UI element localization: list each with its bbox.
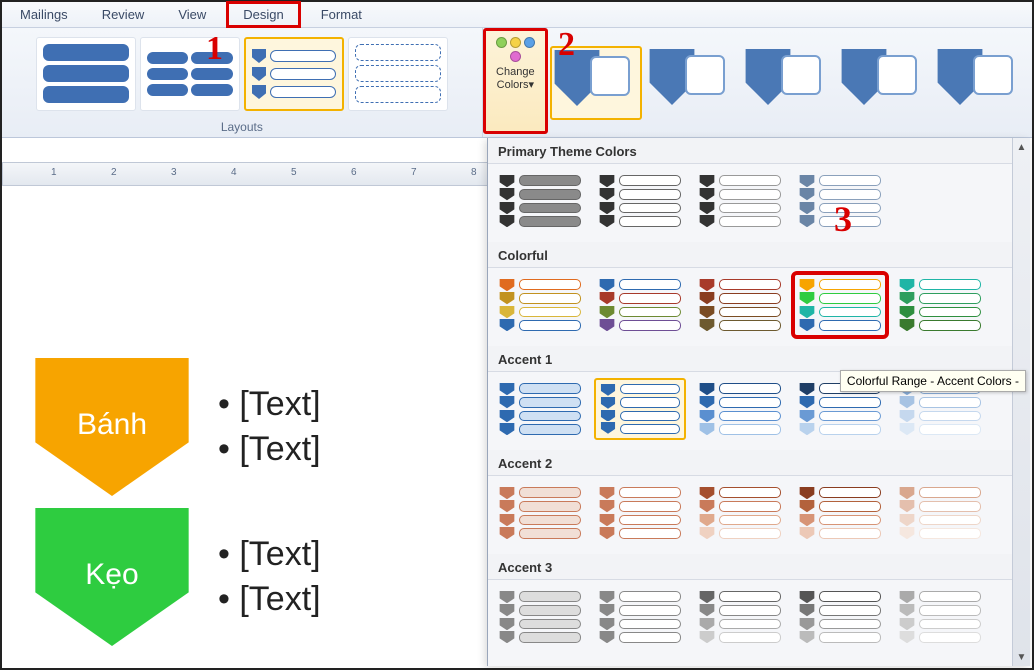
tab-design[interactable]: Design: [226, 1, 300, 28]
style-thumb-2[interactable]: [646, 46, 738, 120]
color-swatch[interactable]: [594, 274, 686, 336]
color-swatch[interactable]: [694, 482, 786, 544]
dropdown-section-grid: [488, 580, 1030, 658]
color-swatch[interactable]: [894, 482, 986, 544]
smartart-node-1-label: Bánh: [32, 408, 192, 442]
color-swatch[interactable]: [594, 482, 686, 544]
dropdown-section-title: Colorful: [488, 242, 1030, 268]
dropdown-section-grid: [488, 476, 1030, 554]
horizontal-ruler: 1 2 3 4 5 6 7 8: [2, 162, 488, 186]
group-layouts: Layouts: [2, 28, 483, 137]
style-thumb-5[interactable]: [934, 46, 1026, 120]
annotation-1: 1: [206, 30, 223, 68]
smartart-node-2-label: Kẹo: [32, 558, 192, 592]
color-swatch[interactable]: [594, 586, 686, 648]
scroll-down-icon[interactable]: ▼: [1013, 648, 1030, 666]
change-colors-button[interactable]: ChangeColors▾: [483, 28, 548, 134]
color-swatch[interactable]: [594, 170, 686, 232]
color-swatch[interactable]: [594, 378, 686, 440]
dropdown-section-title: Accent 3: [488, 554, 1030, 580]
color-swatch[interactable]: [894, 274, 986, 336]
layout-thumb-3-selected[interactable]: [244, 37, 344, 111]
ribbon-tabs: Mailings Review View Design Format: [2, 2, 1032, 28]
smartart-node-1[interactable]: Bánh • [Text] • [Text]: [32, 358, 321, 496]
smartart-graphic[interactable]: Bánh • [Text] • [Text] Kẹo • [Text] • [T…: [32, 358, 321, 658]
color-swatch[interactable]: [694, 378, 786, 440]
group-layouts-label: Layouts: [221, 119, 263, 137]
color-swatch[interactable]: [494, 378, 586, 440]
annotation-3: 3: [834, 198, 852, 240]
group-smartart-styles: [548, 28, 1032, 137]
color-swatch[interactable]: [794, 274, 886, 336]
color-swatch[interactable]: [694, 274, 786, 336]
dropdown-section-title: Primary Theme Colors: [488, 138, 1030, 164]
dropdown-section-grid: [488, 268, 1030, 346]
scroll-up-icon[interactable]: ▲: [1013, 138, 1030, 156]
dropdown-section-title: Accent 1: [488, 346, 1030, 372]
smartart-node-2[interactable]: Kẹo • [Text] • [Text]: [32, 508, 321, 646]
style-thumb-4[interactable]: [838, 46, 930, 120]
color-tooltip: Colorful Range - Accent Colors -: [840, 370, 1026, 392]
color-swatch[interactable]: [894, 586, 986, 648]
dropdown-section-title: Accent 2: [488, 450, 1030, 476]
ribbon: Layouts ChangeColors▾: [2, 28, 1032, 138]
tab-mailings[interactable]: Mailings: [6, 4, 82, 25]
color-swatch[interactable]: [494, 482, 586, 544]
layout-thumb-4[interactable]: [348, 37, 448, 111]
color-swatch[interactable]: [694, 586, 786, 648]
smartart-node-1-bullet-1[interactable]: • [Text]: [218, 385, 321, 424]
change-colors-icon: [496, 37, 535, 62]
annotation-2: 2: [558, 26, 575, 64]
smartart-node-2-bullet-2[interactable]: • [Text]: [218, 580, 321, 619]
style-thumb-3[interactable]: [742, 46, 834, 120]
change-colors-label: ChangeColors▾: [496, 66, 535, 91]
dropdown-section-grid: [488, 164, 1030, 242]
smartart-node-1-bullet-2[interactable]: • [Text]: [218, 430, 321, 469]
tab-review[interactable]: Review: [88, 4, 159, 25]
layout-thumb-1[interactable]: [36, 37, 136, 111]
smartart-node-2-bullet-1[interactable]: • [Text]: [218, 535, 321, 574]
change-colors-dropdown: Primary Theme Colors Colorful Accent 1 Acce…: [487, 138, 1030, 666]
dropdown-scrollbar[interactable]: ▲ ▼: [1012, 138, 1030, 666]
tab-format[interactable]: Format: [307, 4, 376, 25]
color-swatch[interactable]: [794, 482, 886, 544]
color-swatch[interactable]: [494, 586, 586, 648]
layout-thumb-2[interactable]: [140, 37, 240, 111]
tab-view[interactable]: View: [164, 4, 220, 25]
color-swatch[interactable]: [794, 586, 886, 648]
color-swatch[interactable]: [694, 170, 786, 232]
color-swatch[interactable]: [494, 274, 586, 336]
color-swatch[interactable]: [494, 170, 586, 232]
